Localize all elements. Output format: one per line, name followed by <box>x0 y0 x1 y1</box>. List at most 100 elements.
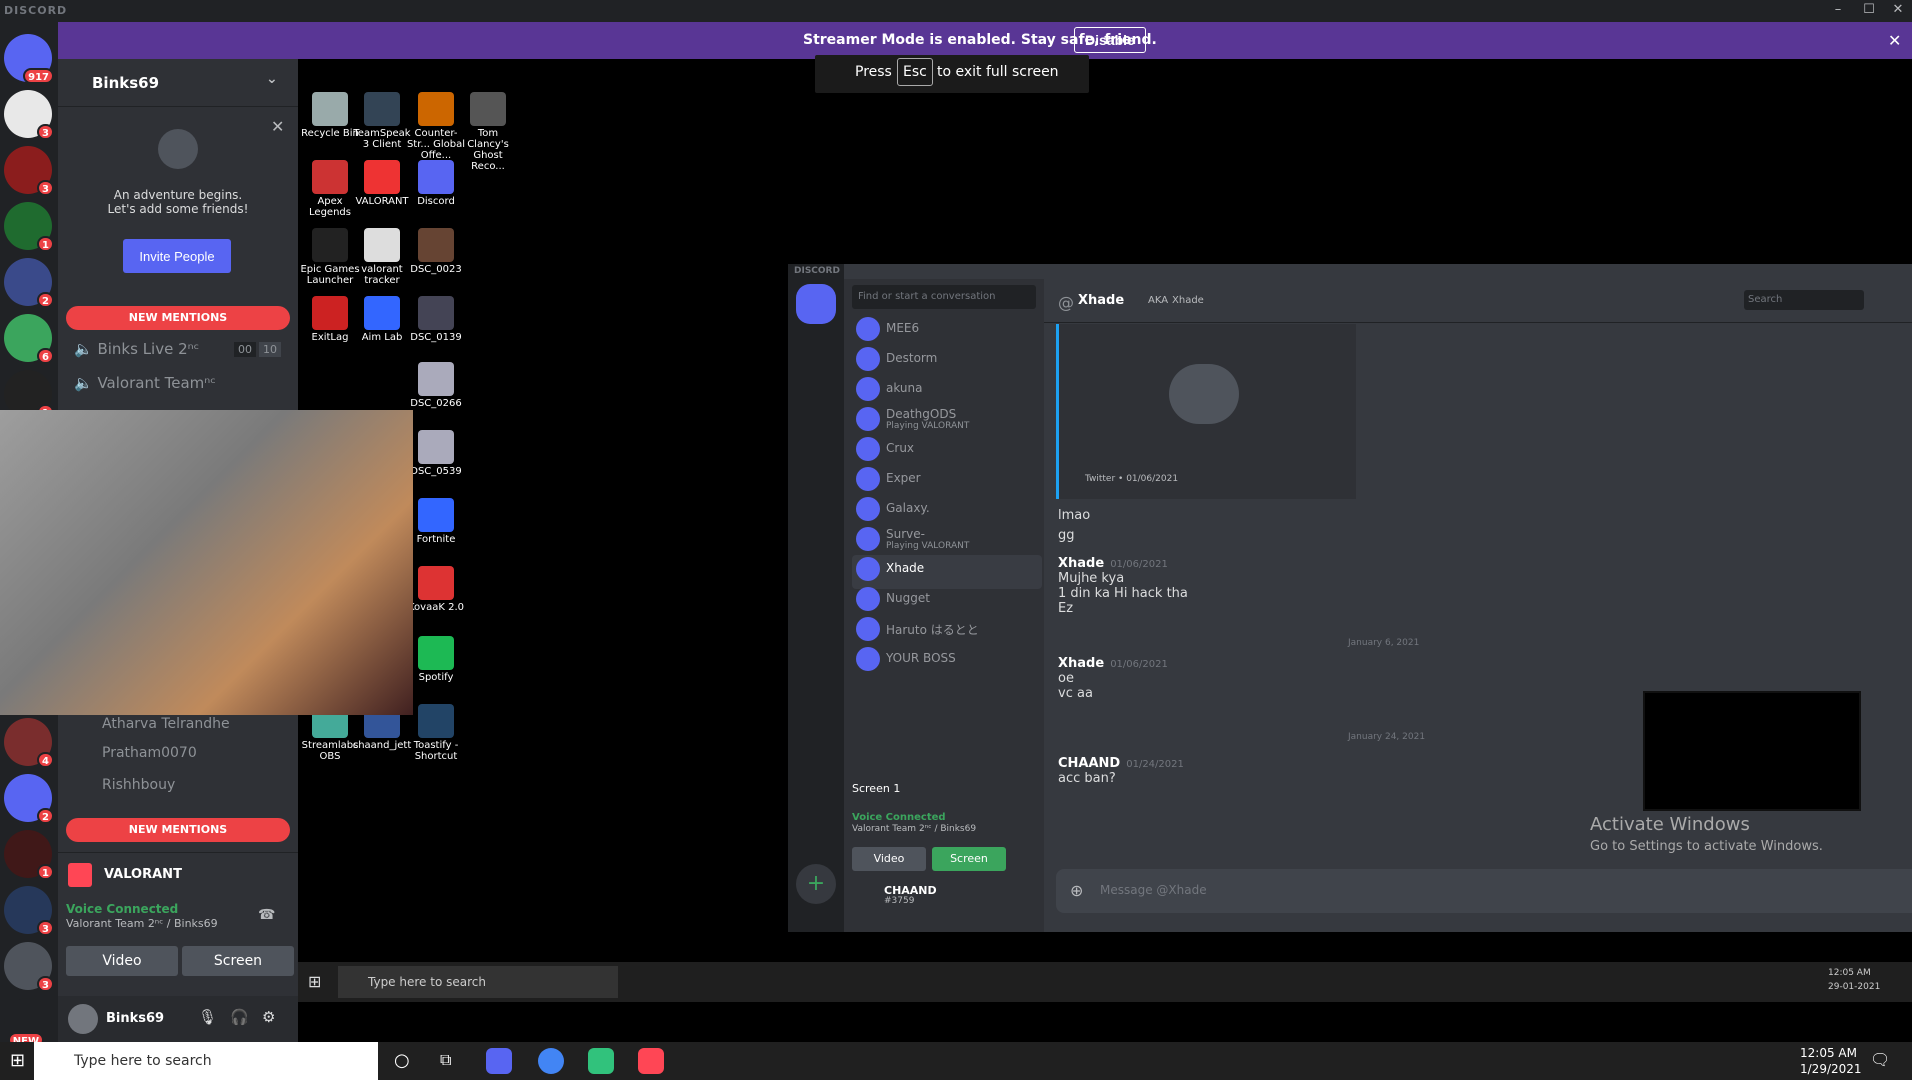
dm-item[interactable]: DeathgODS Playing VALORANT <box>852 405 1042 439</box>
dm-item[interactable]: Crux <box>852 435 1042 469</box>
voice-user[interactable]: Pratham0070 <box>102 745 197 761</box>
disconnect-icon[interactable]: ☎ <box>258 907 275 923</box>
voice-channel[interactable]: 🔈 Valorant Teamⁿᶜ <box>74 374 216 392</box>
desktop-icon[interactable]: Aim Lab <box>352 296 412 343</box>
desktop-icon[interactable]: KovaaK 2.0 <box>406 566 466 613</box>
windows-start-icon[interactable]: ⊞ <box>308 972 321 991</box>
server-icon[interactable]: 1 <box>4 830 54 880</box>
maximize-icon[interactable]: ☐ <box>1855 2 1883 20</box>
taskbar-search[interactable]: Type here to search <box>338 966 618 998</box>
voice-status: Voice Connected <box>66 902 179 916</box>
dm-search-input[interactable]: Find or start a conversation <box>852 285 1036 309</box>
voice-user[interactable]: Rishhbouy <box>102 777 175 793</box>
valorant-taskbar-icon[interactable] <box>638 1048 664 1074</box>
desktop-icon[interactable]: Fortnite <box>406 498 466 545</box>
server-icon[interactable]: 6 <box>4 314 54 364</box>
server-icon[interactable]: 4 <box>4 718 54 768</box>
dm-item[interactable]: Surve- Playing VALORANT <box>852 525 1042 559</box>
avatar[interactable] <box>68 1004 98 1034</box>
chevron-down-icon[interactable]: ⌄ <box>266 71 278 87</box>
home-button[interactable]: 917 <box>4 34 54 84</box>
server-icon[interactable]: NEW <box>4 998 52 1048</box>
message-author: Xhade <box>1058 656 1105 671</box>
app-icon <box>470 92 506 126</box>
desktop-icon[interactable]: DSC_0266 <box>406 362 466 409</box>
add-attachment-icon[interactable]: ⊕ <box>1070 881 1083 900</box>
banner-close-icon[interactable]: ✕ <box>1888 31 1901 50</box>
video-button[interactable]: Video <box>66 946 178 976</box>
desktop-icon[interactable]: Tom Clancy's Ghost Reco... <box>458 92 518 172</box>
voice-channel[interactable]: 🔈 Binks Live 2ⁿᶜ 00 10 <box>74 340 281 358</box>
message: Xhade 01/06/2021 oe vc aa <box>1058 656 1168 701</box>
dm-item[interactable]: Nugget <box>852 585 1042 619</box>
desktop-icon[interactable]: Spotify <box>406 636 466 683</box>
dm-name: Galaxy. <box>886 501 930 515</box>
message-text: lmao <box>1058 508 1091 523</box>
dm-item[interactable]: Exper <box>852 465 1042 499</box>
taskbar-search[interactable]: Type here to search <box>34 1042 378 1080</box>
desktop-icon[interactable]: Toastify - Shortcut <box>406 704 466 762</box>
dm-item[interactable]: akuna <box>852 375 1042 409</box>
chat-search-input[interactable]: Search <box>1744 290 1864 310</box>
server-icon[interactable]: 2 <box>4 258 54 308</box>
desktop-icon[interactable]: Apex Legends <box>300 160 360 218</box>
dm-item[interactable]: Xhade <box>852 555 1042 589</box>
task-view-icon[interactable]: ⧉ <box>440 1050 451 1070</box>
app-icon <box>418 228 454 262</box>
chrome-taskbar-icon[interactable] <box>538 1048 564 1074</box>
server-icon[interactable]: 3 <box>4 146 54 196</box>
windows-start-icon[interactable]: ⊞ <box>10 1050 25 1071</box>
close-icon[interactable]: ✕ <box>271 117 284 136</box>
desktop-icon[interactable]: DSC_0539 <box>406 430 466 477</box>
desktop-icon[interactable]: DSC_0139 <box>406 296 466 343</box>
desktop-icon[interactable]: Epic Games Launcher <box>300 228 360 286</box>
dm-item[interactable]: Galaxy. <box>852 495 1042 529</box>
desktop-icon[interactable]: valorant tracker <box>352 228 412 286</box>
dm-item[interactable]: Haruto はるとと <box>852 615 1042 649</box>
dm-item[interactable]: YOUR BOSS <box>852 645 1042 679</box>
home-button[interactable] <box>796 284 836 324</box>
avatar <box>856 377 880 401</box>
gear-icon[interactable]: ⚙ <box>262 1008 275 1026</box>
add-server-icon[interactable]: + <box>796 864 836 904</box>
voice-user-name: Atharva Telrandhe <box>102 716 230 732</box>
server-icon[interactable]: 1 <box>4 202 54 252</box>
close-icon[interactable]: ✕ <box>1884 2 1912 20</box>
obs-taskbar-icon[interactable] <box>588 1048 614 1074</box>
desktop-icon[interactable]: Counter-Str... Global Offe... <box>406 92 466 161</box>
message-input[interactable]: ⊕ Message @Xhade <box>1056 869 1912 913</box>
minimize-icon[interactable]: – <box>1824 2 1852 20</box>
desktop-icon[interactable]: Discord <box>406 160 466 207</box>
server-header[interactable]: Binks69 ⌄ <box>58 59 298 107</box>
avatar <box>856 467 880 491</box>
desktop-icon[interactable]: TeamSpeak 3 Client <box>352 92 412 150</box>
screen-share-preview[interactable] <box>1643 691 1861 811</box>
aka-name: Xhade <box>1172 295 1204 306</box>
invite-people-button[interactable]: Invite People <box>123 239 231 273</box>
desktop-icon[interactable]: DSC_0023 <box>406 228 466 275</box>
desktop-icon[interactable]: VALORANT <box>352 160 412 207</box>
app-icon <box>418 430 454 464</box>
discord-taskbar-icon[interactable] <box>486 1048 512 1074</box>
voice-user[interactable]: Atharva Telrandhe <box>102 716 230 732</box>
cortana-icon[interactable]: ○ <box>394 1050 410 1071</box>
message-time: 01/06/2021 <box>1110 659 1168 670</box>
new-mentions-pill[interactable]: NEW MENTIONS <box>66 306 290 330</box>
server-icon[interactable]: 3 <box>4 942 54 992</box>
disable-button[interactable]: Disable <box>1074 27 1146 53</box>
mic-icon[interactable]: 🎙 <box>198 1008 217 1026</box>
desktop-icon[interactable]: Recycle Bin <box>300 92 360 139</box>
dm-item[interactable]: Destorm <box>852 345 1042 379</box>
screen-button[interactable]: Screen <box>182 946 294 976</box>
server-icon[interactable]: 2 <box>4 774 54 824</box>
server-icon[interactable]: 3 <box>4 886 54 936</box>
dm-item[interactable]: MEE6 <box>852 315 1042 349</box>
screen-button[interactable]: Screen <box>932 847 1006 871</box>
desktop-icon[interactable]: ExitLag <box>300 296 360 343</box>
video-button[interactable]: Video <box>852 847 926 871</box>
notification-icon[interactable]: 🗨 <box>1870 1050 1890 1069</box>
date-divider: January 24, 2021 <box>1348 732 1426 742</box>
headphones-icon[interactable]: 🎧 <box>230 1008 249 1026</box>
new-mentions-pill[interactable]: NEW MENTIONS <box>66 818 290 842</box>
dm-avatar[interactable]: 3 <box>4 90 54 140</box>
